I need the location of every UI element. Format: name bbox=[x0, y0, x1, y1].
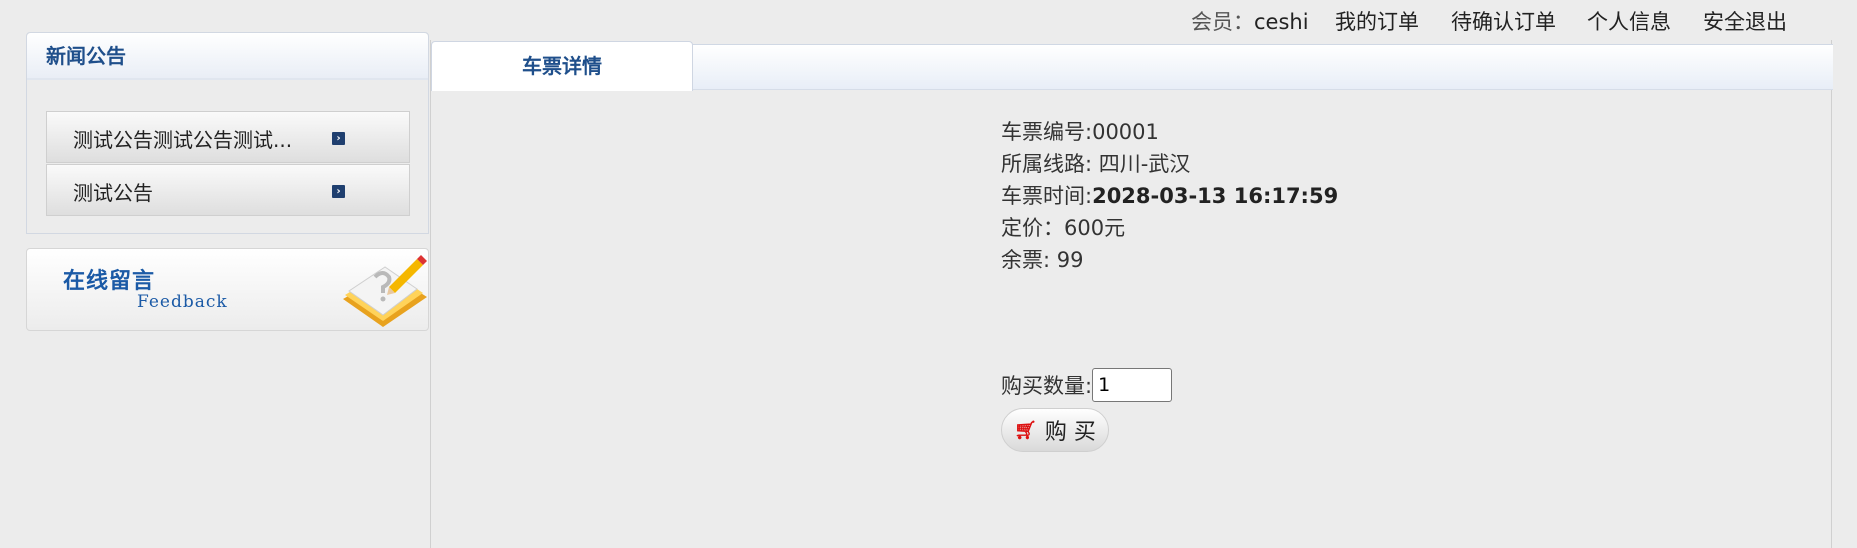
chevron-right-icon: › bbox=[332, 185, 345, 198]
member-name: ceshi bbox=[1254, 10, 1309, 34]
tab-bar: 车票详情 bbox=[431, 41, 1833, 91]
feedback-title-en: Feedback bbox=[137, 292, 228, 312]
news-item[interactable]: 测试公告 › bbox=[46, 164, 410, 216]
news-list: 测试公告测试公告测试... › 测试公告 › bbox=[46, 111, 410, 217]
ticket-remaining-label: 余票: bbox=[1001, 248, 1057, 272]
ticket-number-value: 00001 bbox=[1092, 120, 1159, 144]
member-label: 会员： bbox=[1191, 10, 1254, 34]
ticket-route-label: 所属线路: bbox=[1001, 152, 1099, 176]
tab-ticket-detail[interactable]: 车票详情 bbox=[431, 41, 693, 91]
ticket-time-label: 车票时间: bbox=[1001, 184, 1093, 208]
buy-button[interactable]: 🛒︎ 购 买 bbox=[1001, 408, 1109, 452]
ticket-number-row: 车票编号:00001 bbox=[1001, 116, 1338, 148]
pending-orders-link[interactable]: 待确认订单 bbox=[1451, 6, 1556, 36]
ticket-price-label: 定价： bbox=[1001, 216, 1064, 240]
news-panel-title: 新闻公告 bbox=[27, 33, 428, 80]
ticket-number-label: 车票编号: bbox=[1001, 120, 1093, 144]
chevron-right-icon: › bbox=[332, 132, 345, 145]
feedback-title-cn: 在线留言 bbox=[63, 269, 156, 294]
ticket-detail: 车票编号:00001 所属线路: 四川-武汉 车票时间:2028-03-13 1… bbox=[1001, 116, 1338, 276]
ticket-remaining-value: 99 bbox=[1056, 248, 1084, 272]
quantity-label: 购买数量: bbox=[1001, 374, 1093, 398]
ticket-price-row: 定价：600元 bbox=[1001, 212, 1338, 244]
notebook-pencil-icon bbox=[343, 255, 427, 327]
ticket-route-value: 四川-武汉 bbox=[1098, 152, 1191, 176]
news-item-label: 测试公告测试公告测试... bbox=[73, 128, 293, 152]
news-item[interactable]: 测试公告测试公告测试... › bbox=[46, 111, 410, 163]
quantity-input[interactable] bbox=[1092, 368, 1173, 402]
main-panel: 车票详情 车票编号:00001 所属线路: 四川-武汉 车票时间:2028-03… bbox=[430, 40, 1833, 548]
member-info: 会员：ceshi bbox=[1191, 6, 1309, 36]
ticket-time-value: 2028-03-13 16:17:59 bbox=[1092, 184, 1339, 208]
buy-button-label: 购 买 bbox=[1044, 420, 1096, 445]
feedback-banner[interactable]: 在线留言 Feedback bbox=[26, 248, 429, 331]
news-panel: 新闻公告 测试公告测试公告测试... › 测试公告 › bbox=[26, 32, 429, 234]
ticket-remaining-row: 余票: 99 bbox=[1001, 244, 1338, 276]
news-item-label: 测试公告 bbox=[73, 181, 153, 205]
ticket-route-row: 所属线路: 四川-武汉 bbox=[1001, 148, 1338, 180]
cart-icon: 🛒︎ bbox=[1014, 419, 1037, 441]
my-orders-link[interactable]: 我的订单 bbox=[1335, 6, 1419, 36]
quantity-row: 购买数量: bbox=[1001, 368, 1173, 402]
ticket-price-value: 600元 bbox=[1064, 216, 1126, 240]
logout-link[interactable]: 安全退出 bbox=[1703, 6, 1787, 36]
ticket-time-row: 车票时间:2028-03-13 16:17:59 bbox=[1001, 180, 1338, 212]
profile-link[interactable]: 个人信息 bbox=[1587, 6, 1671, 36]
